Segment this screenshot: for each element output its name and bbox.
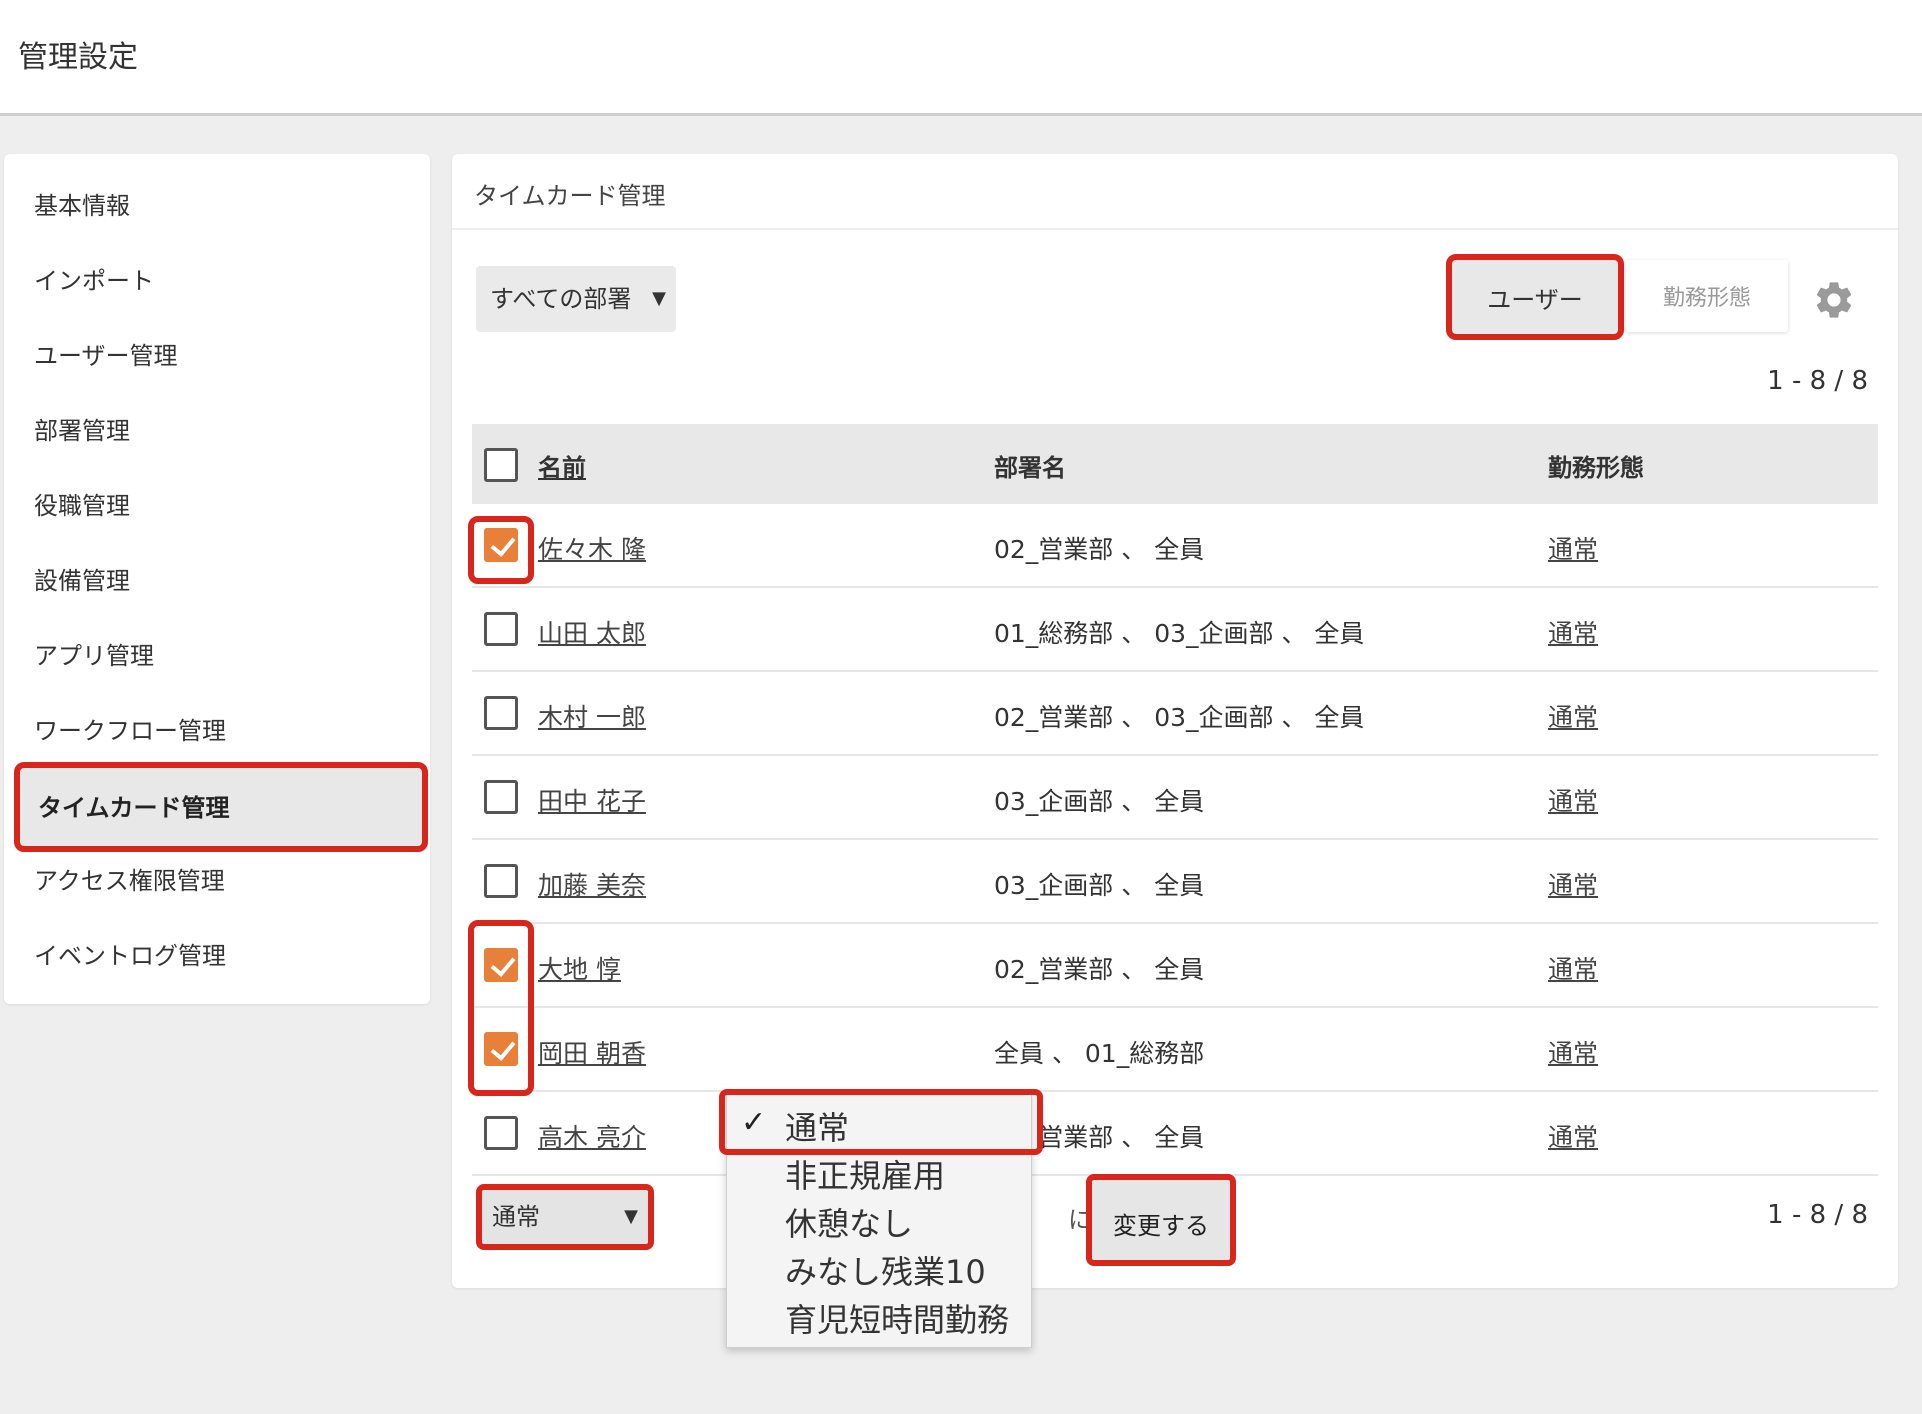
department-cell: 03_企画部 、 全員 — [994, 787, 1205, 816]
main-panel: タイムカード管理 すべての部署 ▼ ユーザー 勤務形態 1 - 8 / 8 名前… — [452, 154, 1898, 1288]
shift-link[interactable]: 通常 — [1548, 1034, 1598, 1070]
shift-link[interactable]: 通常 — [1548, 782, 1598, 818]
table-row: 佐々木 隆 02_営業部 、 全員 通常 — [472, 504, 1878, 588]
user-name-link[interactable]: 田中 花子 — [538, 782, 646, 818]
column-header-shift: 勤務形態 — [1548, 454, 1644, 482]
shift-link[interactable]: 通常 — [1548, 614, 1598, 650]
sidebar-item-workflow[interactable]: ワークフロー管理 — [34, 711, 226, 751]
dropdown-option-childcare[interactable]: 育児短時間勤務 — [785, 1295, 1009, 1341]
department-cell: 全員 、 01_総務部 — [994, 1039, 1205, 1068]
column-header-department: 部署名 — [994, 454, 1066, 482]
shift-link[interactable]: 通常 — [1548, 950, 1598, 986]
row-checkbox[interactable] — [484, 1032, 518, 1066]
gear-icon[interactable] — [1812, 278, 1856, 322]
shift-link[interactable]: 通常 — [1548, 1118, 1598, 1154]
sidebar-item-timecard[interactable]: タイムカード管理 — [14, 762, 428, 852]
user-name-link[interactable]: 佐々木 隆 — [538, 530, 646, 566]
top-bar: 管理設定 — [0, 0, 1922, 116]
page-title: 管理設定 — [18, 40, 138, 75]
sidebar-item-import[interactable]: インポート — [34, 261, 154, 301]
department-cell: 01_総務部 、 03_企画部 、 全員 — [994, 619, 1365, 648]
shift-select[interactable]: 通常 ▼ — [476, 1184, 654, 1250]
pager-bottom: 1 - 8 / 8 — [1767, 1200, 1868, 1230]
table-row: 岡田 朝香 全員 、 01_総務部 通常 — [472, 1008, 1878, 1092]
sidebar-item-eventlog[interactable]: イベントログ管理 — [34, 936, 226, 976]
highlight-box — [719, 1089, 1043, 1155]
tab-user-label: ユーザー — [1487, 286, 1583, 314]
sidebar-item-positions[interactable]: 役職管理 — [34, 486, 130, 526]
dropdown-option-normal[interactable]: 通常 — [785, 1103, 849, 1149]
department-cell: 02_営業部 、 03_企画部 、 全員 — [994, 703, 1365, 732]
user-name-link[interactable]: 岡田 朝香 — [538, 1034, 646, 1070]
sidebar-item-users[interactable]: ユーザー管理 — [34, 336, 178, 376]
panel-title: タイムカード管理 — [474, 182, 666, 210]
table-row: 木村 一郎 02_営業部 、 03_企画部 、 全員 通常 — [472, 672, 1878, 756]
pager-top: 1 - 8 / 8 — [1767, 366, 1868, 396]
change-button[interactable]: 変更する — [1086, 1174, 1236, 1266]
column-header-name[interactable]: 名前 — [538, 448, 586, 483]
dropdown-option-deemed-overtime[interactable]: みなし残業10 — [785, 1247, 986, 1293]
user-name-link[interactable]: 大地 惇 — [538, 950, 621, 986]
dropdown-option-irregular[interactable]: 非正規雇用 — [785, 1151, 945, 1197]
table-header: 名前 部署名 勤務形態 — [472, 424, 1878, 504]
tab-shift[interactable]: 勤務形態 — [1626, 260, 1788, 332]
shift-select-value: 通常 — [492, 1203, 540, 1231]
sidebar-item-equipment[interactable]: 設備管理 — [34, 561, 130, 601]
sidebar-item-basic-info[interactable]: 基本情報 — [34, 186, 130, 226]
department-cell: 03_企画部 、 全員 — [994, 871, 1205, 900]
user-name-link[interactable]: 加藤 美奈 — [538, 866, 646, 902]
row-checkbox[interactable] — [484, 696, 518, 730]
shift-dropdown-menu: ✓ 通常 非正規雇用 休憩なし みなし残業10 育児短時間勤務 — [719, 1089, 1043, 1348]
shift-link[interactable]: 通常 — [1548, 530, 1598, 566]
table-row: 大地 惇 02_営業部 、 全員 通常 — [472, 924, 1878, 1008]
row-checkbox[interactable] — [484, 1116, 518, 1150]
tab-shift-label: 勤務形態 — [1662, 286, 1751, 311]
table-row: 山田 太郎 01_総務部 、 03_企画部 、 全員 通常 — [472, 588, 1878, 672]
chevron-down-icon: ▼ — [624, 1206, 638, 1227]
table-row: 田中 花子 03_企画部 、 全員 通常 — [472, 756, 1878, 840]
tab-user[interactable]: ユーザー — [1446, 254, 1624, 340]
department-cell: 02_営業部 、 全員 — [994, 955, 1205, 984]
department-filter-select[interactable]: すべての部署 ▼ — [476, 266, 676, 332]
row-checkbox[interactable] — [484, 864, 518, 898]
sidebar-item-departments[interactable]: 部署管理 — [34, 411, 130, 451]
shift-link[interactable]: 通常 — [1548, 866, 1598, 902]
table-row: 高木 亮介 02_営業部 、 全員 通常 — [472, 1092, 1878, 1176]
row-checkbox[interactable] — [484, 528, 518, 562]
department-filter-value: すべての部署 — [490, 285, 632, 313]
sidebar-item-label: タイムカード管理 — [38, 794, 230, 822]
change-button-label: 変更する — [1113, 1212, 1209, 1240]
sidebar-item-apps[interactable]: アプリ管理 — [34, 636, 154, 676]
user-name-link[interactable]: 高木 亮介 — [538, 1118, 646, 1154]
user-name-link[interactable]: 木村 一郎 — [538, 698, 646, 734]
chevron-down-icon: ▼ — [652, 288, 666, 309]
dropdown-option-no-break[interactable]: 休憩なし — [785, 1199, 913, 1245]
user-name-link[interactable]: 山田 太郎 — [538, 614, 646, 650]
row-checkbox[interactable] — [484, 948, 518, 982]
sidebar: 基本情報 インポート ユーザー管理 部署管理 役職管理 設備管理 アプリ管理 ワ… — [4, 154, 430, 1004]
department-cell: 02_営業部 、 全員 — [994, 535, 1205, 564]
shift-link[interactable]: 通常 — [1548, 698, 1598, 734]
divider — [452, 228, 1898, 230]
row-checkbox[interactable] — [484, 612, 518, 646]
checkmark-icon: ✓ — [741, 1105, 767, 1140]
table-row: 加藤 美奈 03_企画部 、 全員 通常 — [472, 840, 1878, 924]
select-all-checkbox[interactable] — [484, 448, 518, 482]
sidebar-item-access[interactable]: アクセス権限管理 — [34, 861, 225, 901]
row-checkbox[interactable] — [484, 780, 518, 814]
